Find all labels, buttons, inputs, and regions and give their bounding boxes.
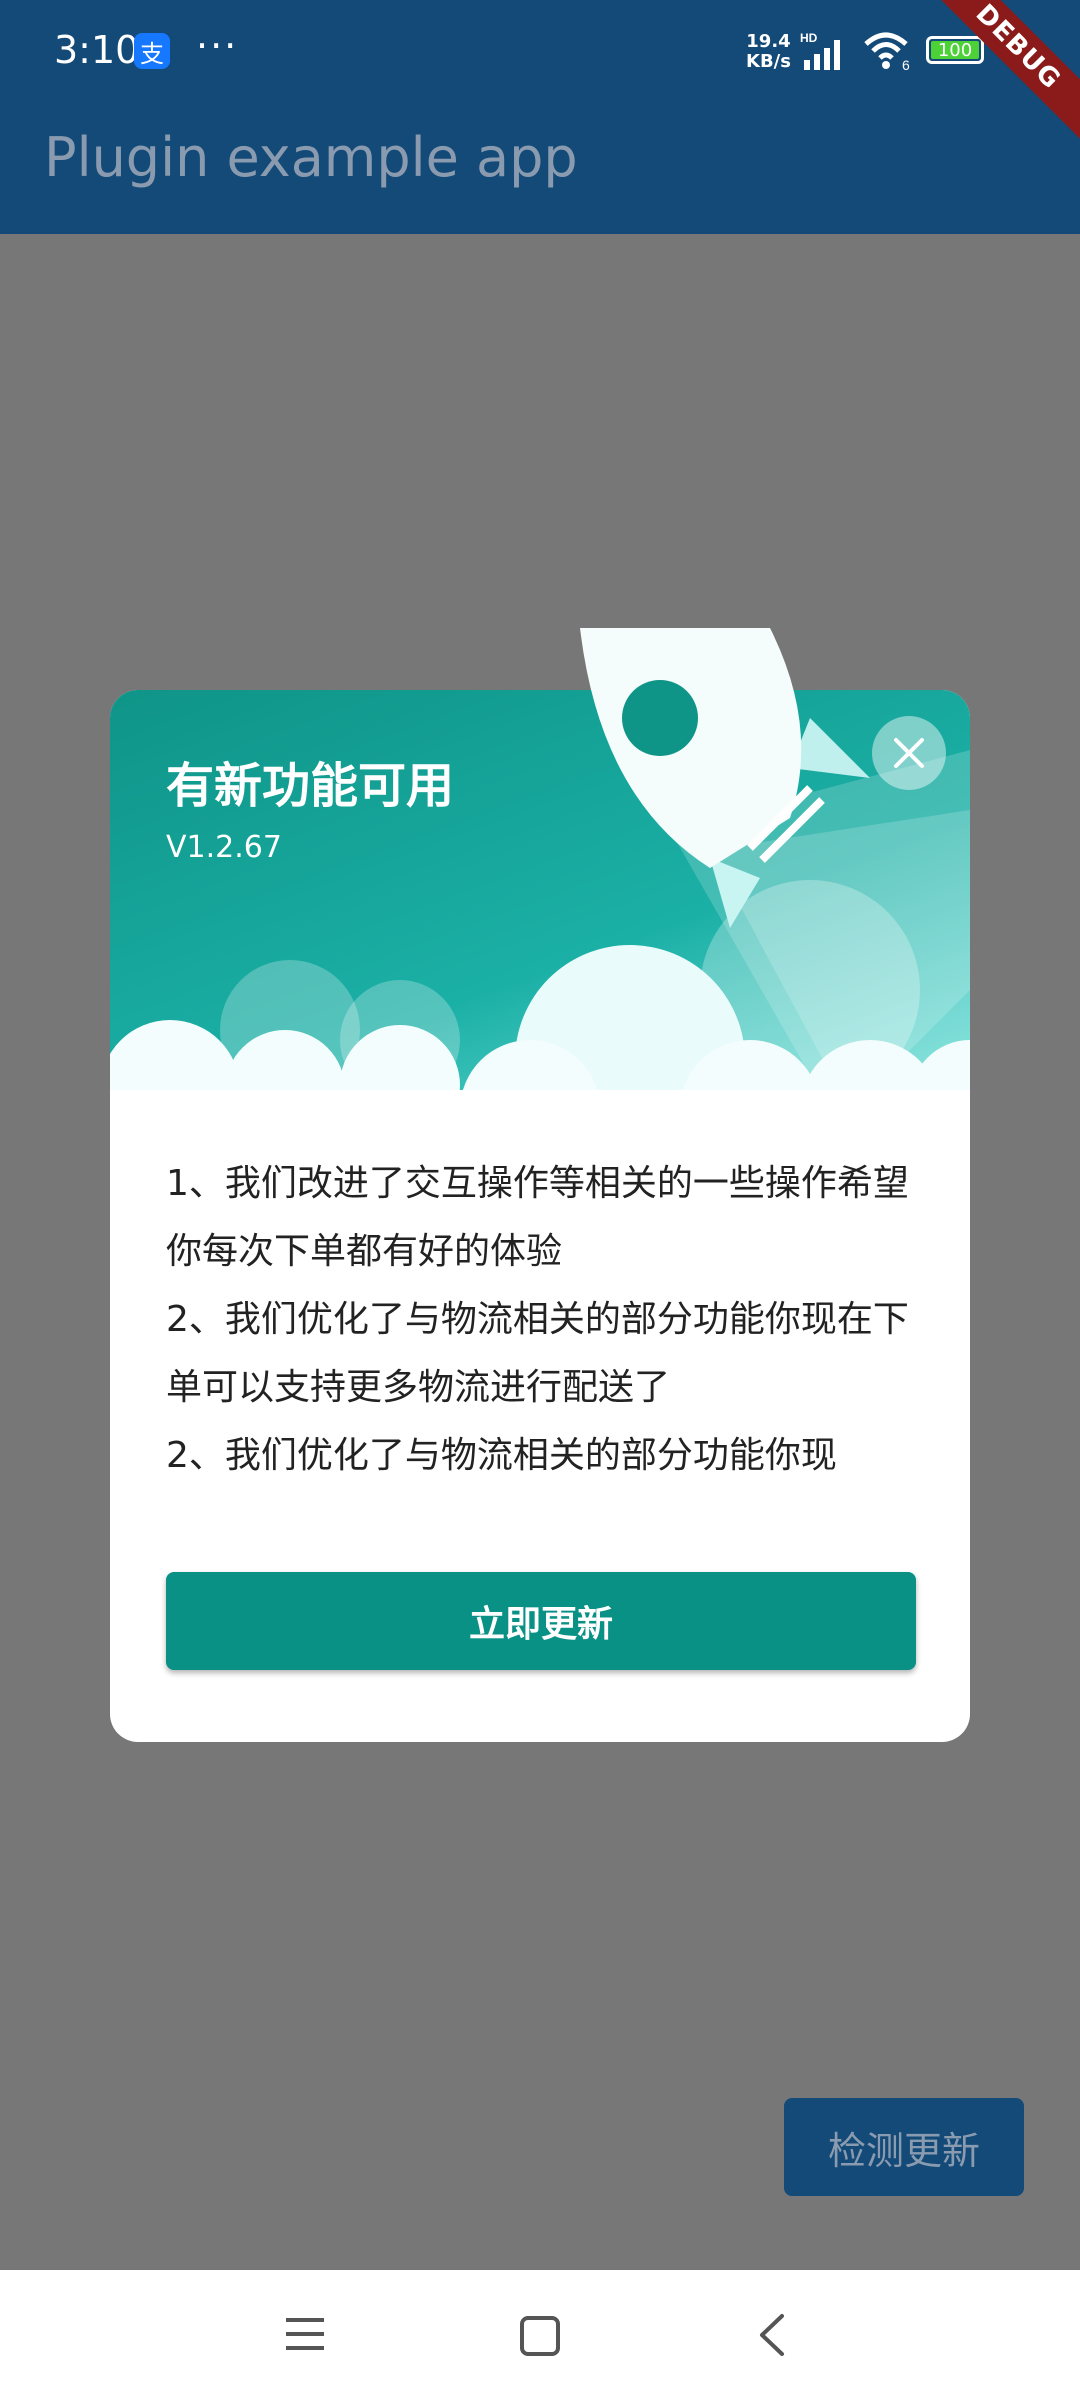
- check-update-button[interactable]: 检测更新: [784, 2098, 1024, 2196]
- release-note-line: 1、我们改进了交互操作等相关的一些操作希望你每次下单都有好的体验: [166, 1163, 909, 1272]
- menu-icon[interactable]: [284, 2314, 328, 2354]
- release-note-line: 2、我们优化了与物流相关的部分功能你现在下单可以支持更多物流进行配送了: [166, 1299, 909, 1408]
- signal-hd-label: HD: [800, 32, 818, 45]
- version-label: V1.2.67: [166, 830, 282, 865]
- status-bar: 3:10 支 ··· 19.4 KB/s HD 6 100: [0, 0, 1080, 104]
- battery-icon: 100: [926, 36, 984, 64]
- release-note-line: 2、我们优化了与物流相关的部分功能你现: [166, 1435, 837, 1476]
- close-icon: [894, 738, 924, 768]
- home-icon[interactable]: [518, 2314, 562, 2358]
- signal-icon: HD: [800, 32, 840, 70]
- network-speed-unit: KB/s: [746, 51, 791, 72]
- back-icon[interactable]: [752, 2312, 792, 2358]
- update-now-button[interactable]: 立即更新: [166, 1572, 916, 1670]
- more-notifications-icon: ···: [196, 24, 239, 68]
- battery-level: 100: [937, 39, 973, 61]
- network-speed-value: 19.4: [746, 31, 791, 52]
- update-dialog: 有新功能可用 V1.2.67 1、我们改进了交互操作等相关的一些操作希望你每次下…: [110, 628, 970, 1742]
- close-button[interactable]: [872, 716, 946, 790]
- alipay-icon: 支: [134, 33, 170, 69]
- svg-text:6: 6: [902, 57, 910, 72]
- app-bar: Plugin example app: [0, 104, 1080, 234]
- status-time: 3:10: [54, 28, 140, 72]
- wifi-icon: 6: [864, 32, 910, 72]
- navigation-bar: [0, 2270, 1080, 2400]
- dialog-title: 有新功能可用: [166, 758, 455, 814]
- app-title: Plugin example app: [44, 126, 578, 189]
- rocket-icon: [580, 628, 870, 928]
- release-notes: 1、我们改进了交互操作等相关的一些操作希望你每次下单都有好的体验 2、我们优化了…: [166, 1150, 926, 1490]
- network-speed: 19.4 KB/s: [746, 32, 791, 72]
